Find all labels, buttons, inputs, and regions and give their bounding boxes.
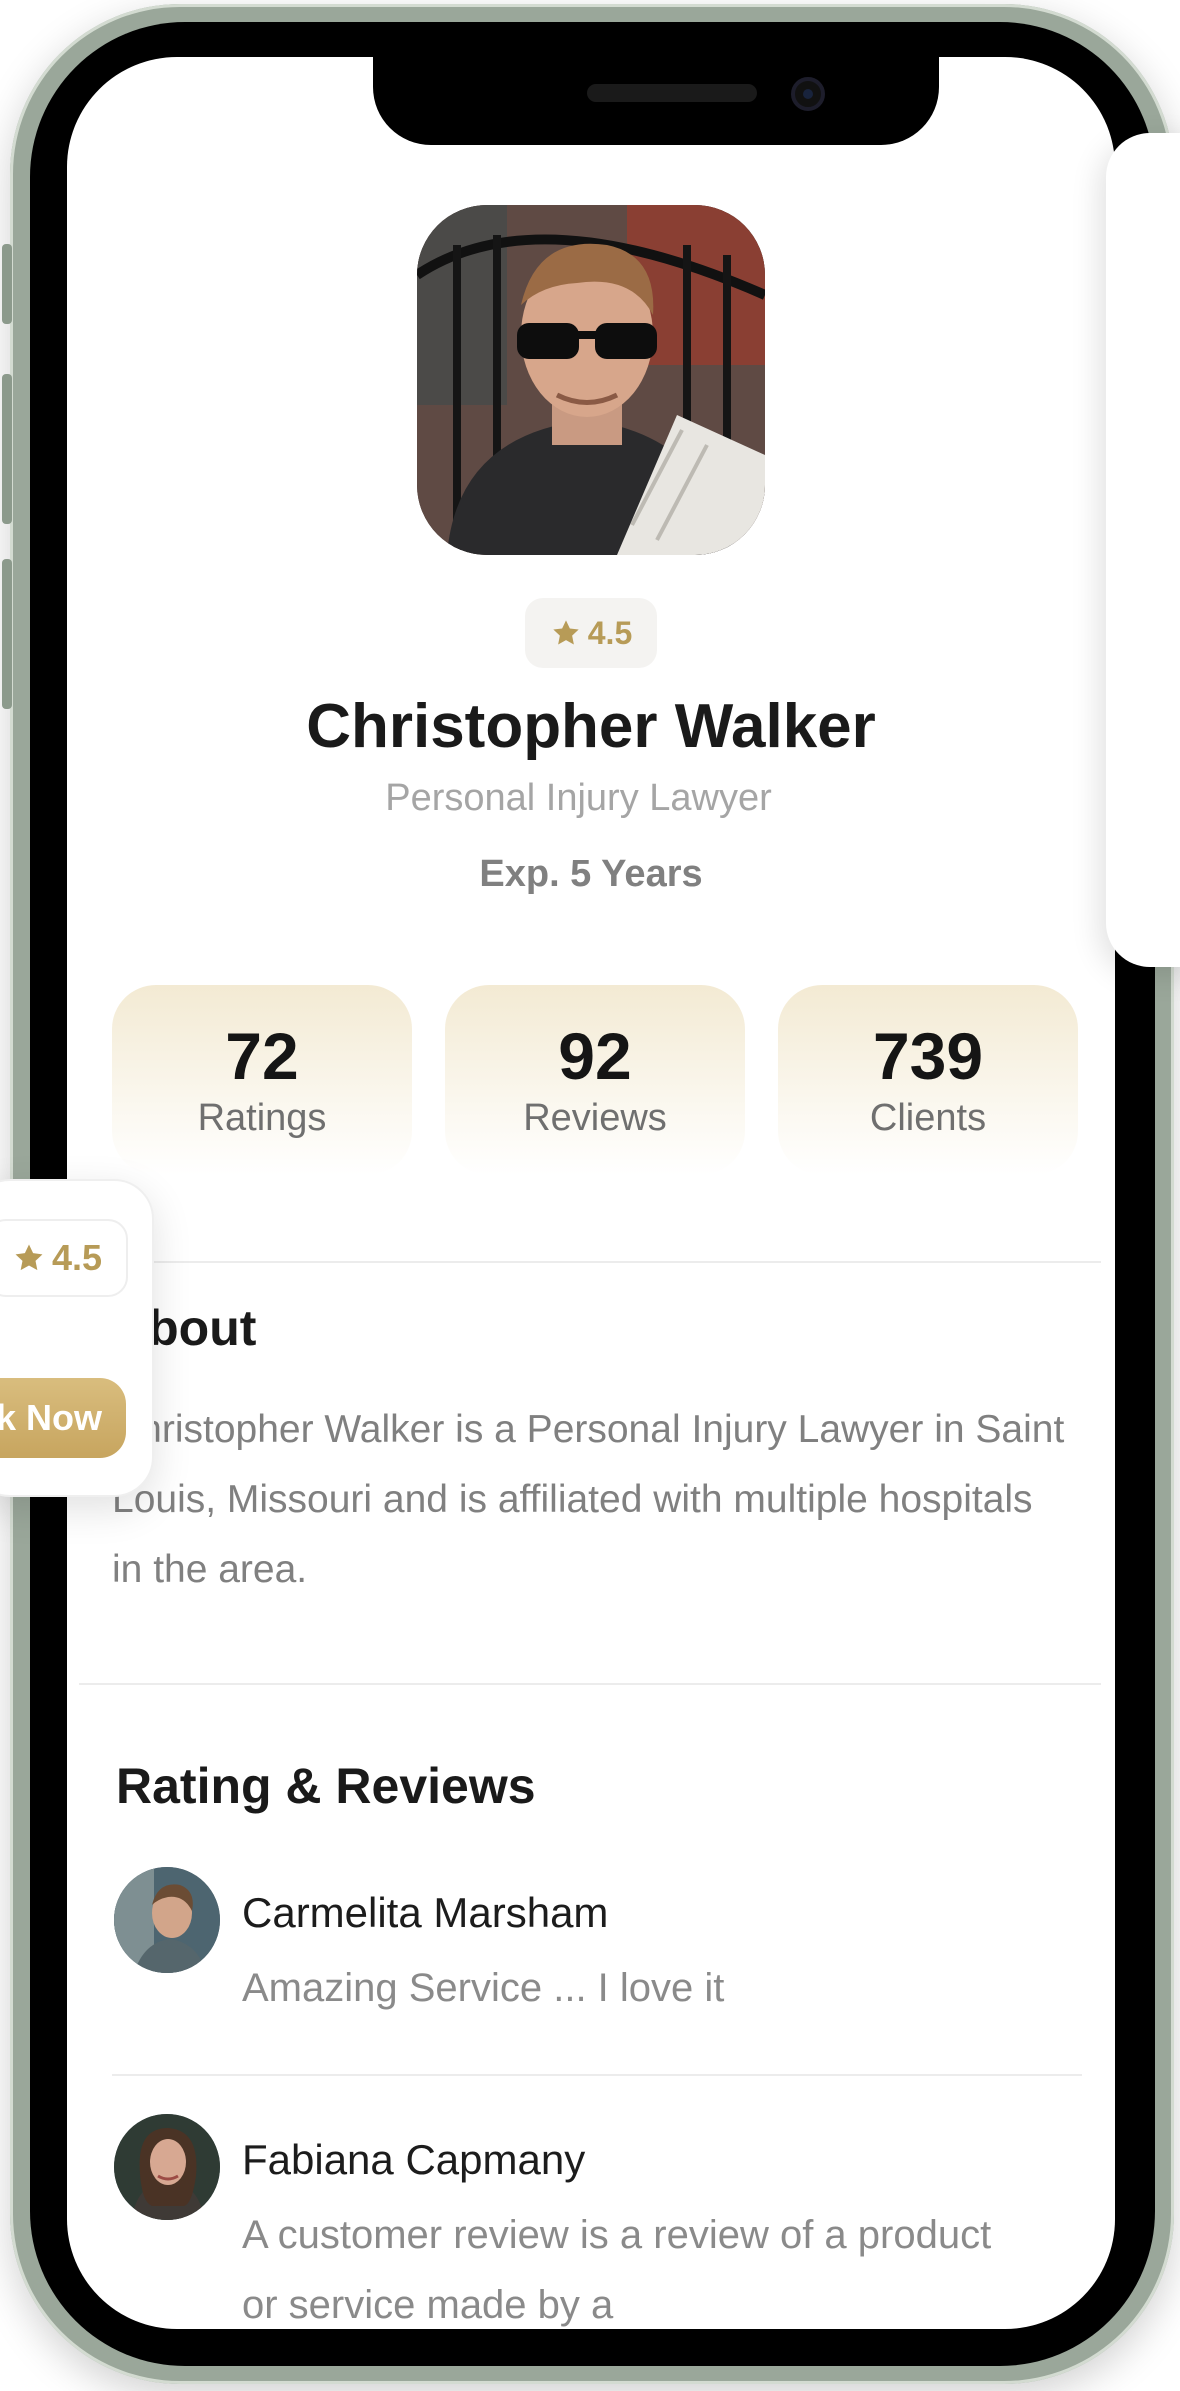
review-item[interactable]: Carmelita Marsham Amazing Service ... I … <box>114 1867 1074 2047</box>
stat-value: 72 <box>225 1019 299 1093</box>
reviews-heading: Rating & Reviews <box>116 1758 536 1814</box>
stat-value: 739 <box>872 1019 984 1093</box>
reviewer-name: Fabiana Capmany <box>242 2136 586 2183</box>
reviewer-avatar-image <box>114 2114 220 2220</box>
section-divider <box>79 1683 1101 1685</box>
stat-card-reviews: 92 Reviews <box>445 985 745 1175</box>
front-camera <box>791 77 825 111</box>
about-text: Christopher Walker is a Personal Injury … <box>112 1408 1065 1591</box>
review-item[interactable]: Fabiana Capmany A customer review is a r… <box>114 2114 1074 2329</box>
star-icon <box>15 1244 43 1271</box>
stat-card-clients: 739 Clients <box>778 985 1078 1175</box>
lawyer-portrait-image <box>417 205 765 555</box>
stat-label: Clients <box>869 1097 987 1139</box>
section-divider <box>79 1261 1101 1263</box>
phone-notch <box>373 57 939 145</box>
book-now-button[interactable]: Book Now <box>0 1378 126 1458</box>
reviewer-avatar <box>114 2114 220 2220</box>
reviewer-avatar-image <box>114 1867 220 1973</box>
stat-card-ratings: 72 Ratings <box>112 985 412 1175</box>
star-icon <box>553 620 579 645</box>
stat-label: Reviews <box>523 1097 667 1139</box>
profile-rating-badge: 4.5 <box>525 598 657 668</box>
volume-down-button <box>2 559 12 709</box>
stat-label: Ratings <box>197 1097 327 1139</box>
review-comment: Amazing Service ... I love it <box>242 1966 725 2010</box>
mute-switch <box>2 244 12 324</box>
profile-rating-value: 4.5 <box>587 614 633 651</box>
speaker-grille <box>587 84 757 102</box>
reviewer-name: Carmelita Marsham <box>242 1889 609 1936</box>
overlay-rating-value: 4.5 <box>51 1237 103 1278</box>
lawyer-experience: Exp. 5 Years <box>479 853 703 895</box>
lawyer-name: Christopher Walker <box>306 692 876 761</box>
app-screen: 4.5 Christopher Walker Personal Injury L… <box>67 57 1115 2329</box>
lawyer-profile-photo <box>417 205 765 555</box>
overlay-rating-badge: 4.5 <box>0 1219 128 1297</box>
side-overlay-card <box>1106 133 1180 967</box>
reviewer-avatar <box>114 1867 220 1973</box>
lawyer-title: Personal Injury Lawyer <box>385 777 772 819</box>
stat-value: 92 <box>558 1019 632 1093</box>
volume-up-button <box>2 374 12 524</box>
review-comment: A customer review is a review of a produ… <box>242 2213 992 2327</box>
review-divider <box>112 2074 1082 2076</box>
